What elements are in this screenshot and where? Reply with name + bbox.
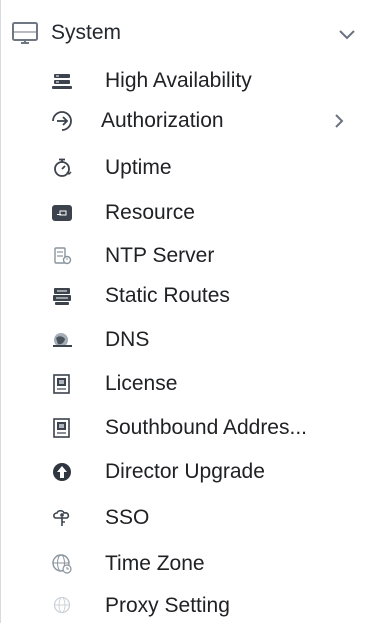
menu-item-label: DNS (105, 328, 150, 351)
menu-item-proxy-setting[interactable]: Proxy Setting (51, 591, 356, 621)
resource-card-icon (51, 202, 73, 224)
system-section-header[interactable]: System (11, 16, 361, 50)
menu-item-label: Static Routes (105, 284, 230, 307)
menu-item-resource[interactable]: Resource (51, 198, 356, 228)
menu-item-ntp-server[interactable]: NTP Server (51, 241, 356, 271)
section-title: System (51, 21, 122, 44)
license-document-icon (51, 373, 73, 395)
menu-item-label: NTP Server (105, 244, 215, 267)
sso-cloud-key-icon (51, 507, 73, 529)
menu-item-label: Southbound Addres... (105, 416, 307, 439)
menu-item-high-availability[interactable]: High Availability (51, 66, 356, 96)
menu-item-label: License (105, 372, 178, 395)
menu-item-southbound-address[interactable]: Southbound Addres... (51, 413, 356, 443)
menu-item-dns[interactable]: DNS (51, 325, 356, 355)
menu-item-label: Proxy Setting (105, 594, 230, 617)
southbound-document-icon (51, 417, 73, 439)
menu-item-label: Uptime (105, 156, 172, 179)
time-zone-globe-icon (51, 553, 73, 575)
server-stack-icon (51, 70, 73, 92)
menu-item-label: Time Zone (105, 552, 205, 575)
menu-item-time-zone[interactable]: Time Zone (51, 549, 356, 579)
login-arrow-icon (51, 110, 73, 132)
menu-item-label: Resource (105, 201, 195, 224)
router-stack-icon (51, 285, 73, 307)
upgrade-arrow-icon (51, 461, 73, 483)
proxy-globe-icon (51, 595, 73, 617)
ntp-server-icon (51, 245, 73, 267)
menu-item-director-upgrade[interactable]: Director Upgrade (51, 457, 356, 487)
monitor-icon (11, 19, 39, 47)
system-navigation-panel: System High Availability Authorization U… (0, 0, 367, 623)
menu-item-label: Authorization (101, 109, 224, 132)
menu-item-uptime[interactable]: Uptime (51, 153, 356, 183)
dns-globe-icon (51, 329, 73, 351)
menu-item-label: SSO (105, 506, 150, 529)
menu-item-label: High Availability (105, 69, 252, 92)
chevron-down-icon[interactable] (337, 24, 357, 44)
menu-item-static-routes[interactable]: Static Routes (51, 281, 356, 311)
menu-item-license[interactable]: License (51, 369, 356, 399)
chevron-right-icon[interactable] (330, 112, 348, 130)
stopwatch-icon (51, 157, 73, 179)
menu-item-authorization[interactable]: Authorization (51, 106, 356, 136)
menu-item-label: Director Upgrade (105, 460, 265, 483)
menu-item-sso[interactable]: SSO (51, 503, 356, 533)
